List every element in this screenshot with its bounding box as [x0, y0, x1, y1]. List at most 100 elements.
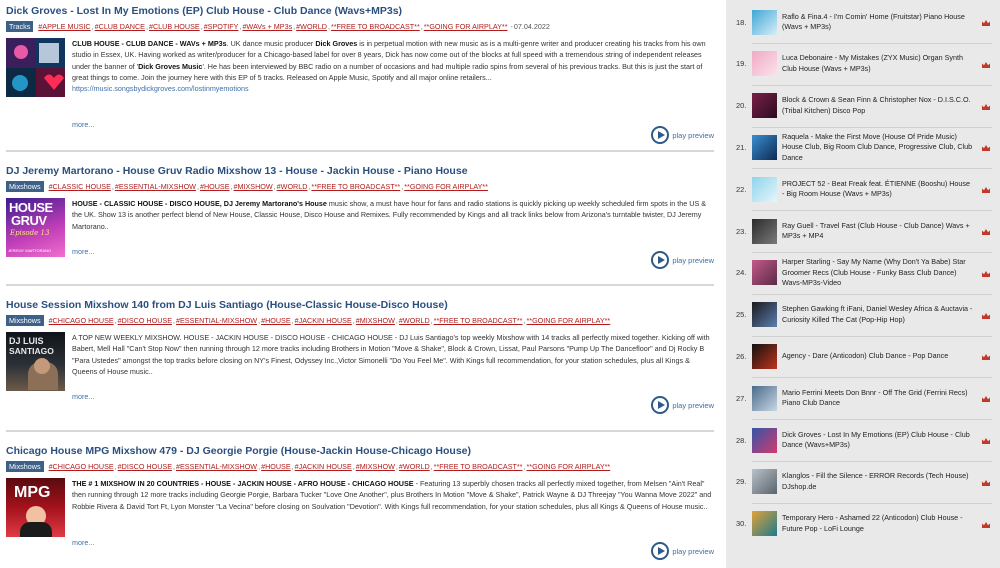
tag-link[interactable]: **FREE TO BROADCAST** — [434, 316, 523, 325]
play-icon — [651, 126, 670, 144]
play-preview-button[interactable]: play preview — [651, 396, 714, 414]
post-title-link[interactable]: Chicago House MPG Mixshow 479 - DJ Georg… — [6, 444, 714, 458]
tag-link[interactable]: #WORLD — [277, 182, 308, 191]
tag-link[interactable]: #DISCO HOUSE — [118, 462, 172, 471]
chart-item[interactable]: 23. Ray Guell - Travel Fast (Club House -… — [726, 210, 1000, 252]
tag-link[interactable]: #HOUSE — [261, 462, 291, 471]
post-thumbnail[interactable]: MPG — [6, 478, 65, 537]
play-preview-button[interactable]: play preview — [651, 251, 714, 269]
chart-item[interactable]: 28. Dick Groves - Lost In My Emotions (EP… — [726, 419, 1000, 461]
more-link[interactable]: more... — [72, 392, 94, 401]
tag-link[interactable]: #HOUSE — [261, 316, 291, 325]
post-body: CLUB HOUSE - CLUB DANCE - WAVs + MP3s. U… — [6, 38, 714, 144]
chart-item-title[interactable]: Ray Guell - Travel Fast (Club House - Cl… — [782, 221, 974, 242]
tag-link[interactable]: #MIXSHOW — [234, 182, 273, 191]
chart-thumbnail[interactable] — [752, 51, 777, 77]
chart-thumbnail[interactable] — [752, 469, 777, 495]
tag-link[interactable]: #DISCO HOUSE — [118, 316, 172, 325]
chart-thumbnail[interactable] — [752, 176, 777, 202]
tag-link[interactable]: #JACKIN HOUSE — [295, 462, 352, 471]
tag-link[interactable]: #HOUSE — [200, 182, 230, 191]
chart-item[interactable]: 20. Block & Crown & Sean Finn & Christoph… — [726, 85, 1000, 127]
chart-thumbnail[interactable] — [752, 218, 777, 244]
tag-link[interactable]: #WAVs + MP3s — [242, 22, 292, 31]
chart-item[interactable]: 19. Luca Debonaire - My Mistakes (ZYX Mus… — [726, 43, 1000, 85]
chart-thumbnail[interactable] — [752, 134, 777, 160]
tag-link[interactable]: #CLASSIC HOUSE — [49, 182, 111, 191]
tag-link[interactable]: #ESSENTIAL-MIXSHOW — [176, 462, 257, 471]
post-thumbnail[interactable] — [6, 38, 65, 97]
post-url-link[interactable]: https://music.songsbydickgroves.com/lost… — [72, 83, 714, 94]
chart-thumbnail[interactable] — [752, 427, 777, 453]
chart-item-title[interactable]: Dick Groves - Lost In My Emotions (EP) C… — [782, 430, 974, 451]
tag-link[interactable]: #CHICAGO HOUSE — [49, 316, 114, 325]
chart-thumbnail[interactable] — [752, 302, 777, 328]
chart-item-title[interactable]: Agency - Dare (Anticodon) Club Dance - P… — [782, 351, 974, 362]
chart-item-title[interactable]: PROJECT 52 - Beat Freak feat. ÉTIENNE (B… — [782, 179, 974, 200]
tag-link[interactable]: #WORLD — [399, 316, 430, 325]
post-excerpt: CLUB HOUSE - CLUB DANCE - WAVs + MP3s. U… — [72, 38, 714, 94]
tag-link[interactable]: #MIXSHOW — [356, 462, 395, 471]
post-thumbnail[interactable]: HOUSE GRUV Episode 13 JEREMY MARTORANO — [6, 198, 65, 257]
chart-item-title[interactable]: Raflo & Fina.4 - I'm Comin' Home (Fruits… — [782, 12, 974, 33]
post-thumbnail[interactable]: DJ LUIS SANTIAGO — [6, 332, 65, 391]
tag-link[interactable]: #WORLD — [296, 22, 327, 31]
tag-link[interactable]: **GOING FOR AIRPLAY** — [404, 182, 488, 191]
more-link[interactable]: more... — [72, 120, 94, 129]
tag-link[interactable]: **FREE TO BROADCAST** — [434, 462, 523, 471]
chart-item[interactable]: 30. Temporary Hero - Ashamed 22 (Anticodo… — [726, 503, 1000, 545]
chart-item[interactable]: 24. Harper Starling - Say My Name (Why Do… — [726, 252, 1000, 294]
crown-icon — [982, 270, 990, 277]
tag-link[interactable]: **GOING FOR AIRPLAY** — [526, 316, 610, 325]
tag-link[interactable]: **FREE TO BROADCAST** — [311, 182, 400, 191]
chart-item[interactable]: 26. Agency - Dare (Anticodon) Club Dance … — [726, 335, 1000, 377]
tag-link[interactable]: #SPOTIFY — [204, 22, 239, 31]
chart-item-title[interactable]: Klanglos - Fill the Silence - ERROR Reco… — [782, 471, 974, 492]
tag-link[interactable]: **GOING FOR AIRPLAY** — [424, 22, 508, 31]
tag-link[interactable]: #JACKIN HOUSE — [295, 316, 352, 325]
tag-link[interactable]: #ESSENTIAL-MIXSHOW — [176, 316, 257, 325]
chart-item-title[interactable]: Raquela - Make the First Move (House Of … — [782, 132, 974, 164]
chart-item[interactable]: 29. Klanglos - Fill the Silence - ERROR R… — [726, 461, 1000, 503]
chart-item-title[interactable]: Harper Starling - Say My Name (Why Don't… — [782, 257, 974, 289]
tag-link[interactable]: **GOING FOR AIRPLAY** — [526, 462, 610, 471]
tag-link[interactable]: #CLUB DANCE — [95, 22, 145, 31]
chart-rank: 19. — [736, 59, 747, 69]
tag-link[interactable]: **FREE TO BROADCAST** — [331, 22, 420, 31]
chart-item[interactable]: 21. Raquela - Make the First Move (House … — [726, 126, 1000, 168]
tag-link[interactable]: #WORLD — [399, 462, 430, 471]
category-badge[interactable]: Mixshows — [6, 315, 44, 326]
tag-line: Tracks #APPLE MUSIC,#CLUB DANCE,#CLUB HO… — [6, 21, 714, 33]
chart-item[interactable]: 22. PROJECT 52 - Beat Freak feat. ÉTIENNE… — [726, 168, 1000, 210]
tag-link[interactable]: #MIXSHOW — [356, 316, 395, 325]
chart-item-title[interactable]: Stephen Gawking ft iFani, Daniel Wesley … — [782, 304, 974, 325]
category-badge[interactable]: Mixshows — [6, 461, 44, 472]
chart-thumbnail[interactable] — [752, 343, 777, 369]
post-excerpt: A TOP NEW WEEKLY MIXSHOW. HOUSE - JACKIN… — [72, 333, 710, 376]
chart-thumbnail[interactable] — [752, 511, 777, 537]
chart-thumbnail[interactable] — [752, 93, 777, 119]
chart-item[interactable]: 18. Raflo & Fina.4 - I'm Comin' Home (Fru… — [726, 1, 1000, 43]
category-badge[interactable]: Mixshows — [6, 181, 44, 192]
more-link[interactable]: more... — [72, 247, 94, 256]
chart-item-title[interactable]: Block & Crown & Sean Finn & Christopher … — [782, 95, 974, 116]
chart-item-title[interactable]: Temporary Hero - Ashamed 22 (Anticodon) … — [782, 513, 974, 534]
chart-item-title[interactable]: Mario Ferrini Meets Don Bnnr - Off The G… — [782, 388, 974, 409]
play-preview-button[interactable]: play preview — [651, 126, 714, 144]
post-title-link[interactable]: DJ Jeremy Martorano - House Gruv Radio M… — [6, 164, 714, 178]
chart-item[interactable]: 27. Mario Ferrini Meets Don Bnnr - Off Th… — [726, 377, 1000, 419]
tag-link[interactable]: #ESSENTIAL-MIXSHOW — [115, 182, 196, 191]
chart-thumbnail[interactable] — [752, 385, 777, 411]
chart-item-title[interactable]: Luca Debonaire - My Mistakes (ZYX Music)… — [782, 53, 974, 74]
more-link[interactable]: more... — [72, 538, 94, 547]
chart-item[interactable]: 25. Stephen Gawking ft iFani, Daniel Wesl… — [726, 294, 1000, 336]
category-badge[interactable]: Tracks — [6, 21, 34, 32]
chart-thumbnail[interactable] — [752, 9, 777, 35]
tag-link[interactable]: #CHICAGO HOUSE — [49, 462, 114, 471]
tag-link[interactable]: #APPLE MUSIC — [38, 22, 90, 31]
post-title-link[interactable]: Dick Groves - Lost In My Emotions (EP) C… — [6, 4, 714, 18]
play-preview-button[interactable]: play preview — [651, 542, 714, 560]
post-title-link[interactable]: House Session Mixshow 140 from DJ Luis S… — [6, 298, 714, 312]
chart-thumbnail[interactable] — [752, 260, 777, 286]
tag-link[interactable]: #CLUB HOUSE — [149, 22, 200, 31]
